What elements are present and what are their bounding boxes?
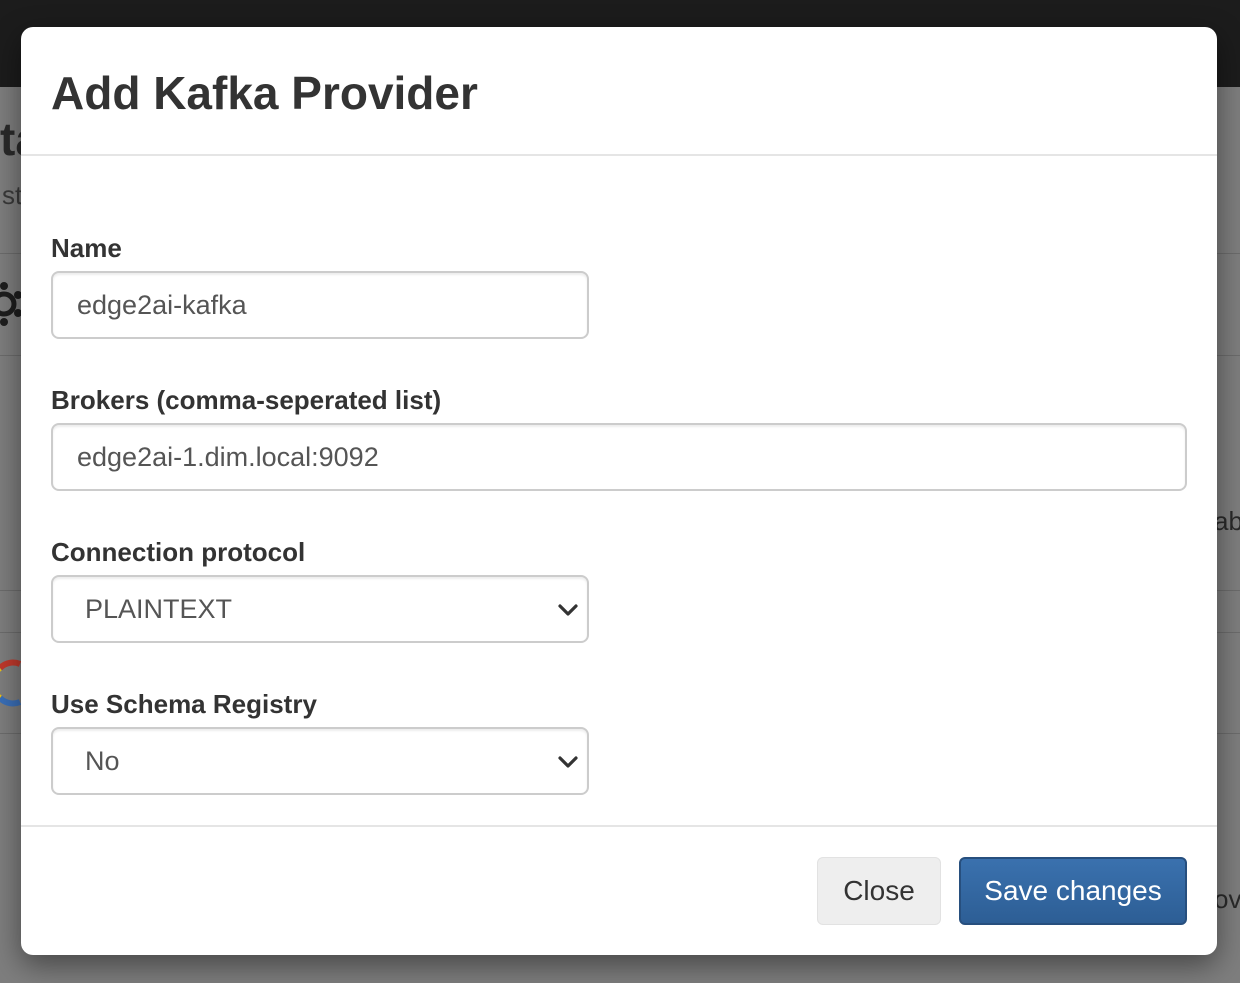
name-label: Name bbox=[51, 233, 122, 263]
chevron-down-icon bbox=[558, 756, 578, 768]
connection-protocol-form-group: Connection protocol PLAINTEXT bbox=[51, 537, 589, 643]
connection-protocol-selected-value: PLAINTEXT bbox=[85, 593, 233, 624]
schema-registry-label: Use Schema Registry bbox=[51, 689, 317, 719]
name-input[interactable]: edge2ai-kafka bbox=[51, 271, 589, 339]
background-gear-icon bbox=[0, 282, 22, 326]
name-form-group: Name edge2ai-kafka bbox=[51, 233, 589, 339]
schema-registry-form-group: Use Schema Registry No bbox=[51, 689, 589, 795]
close-button[interactable]: Close bbox=[817, 857, 941, 925]
brokers-label: Brokers (comma-seperated list) bbox=[51, 385, 442, 415]
modal-title: Add Kafka Provider bbox=[51, 67, 478, 119]
background-text-fragment: ab bbox=[1214, 506, 1240, 536]
brokers-input-value: edge2ai-1.dim.local:9092 bbox=[77, 441, 379, 472]
background-text-fragment: ov bbox=[1214, 884, 1240, 914]
modal-body: Name edge2ai-kafka Brokers (comma-sepera… bbox=[51, 156, 1187, 826]
schema-registry-selected-value: No bbox=[85, 745, 120, 776]
save-changes-button[interactable]: Save changes bbox=[959, 857, 1187, 925]
add-kafka-provider-modal: Add Kafka Provider Name edge2ai-kafka Br… bbox=[21, 27, 1217, 955]
brokers-input[interactable]: edge2ai-1.dim.local:9092 bbox=[51, 423, 1187, 491]
modal-footer: Close Save changes bbox=[21, 825, 1217, 955]
connection-protocol-select[interactable]: PLAINTEXT bbox=[51, 575, 589, 643]
chevron-down-icon bbox=[558, 604, 578, 616]
modal-header: Add Kafka Provider bbox=[21, 27, 1217, 156]
schema-registry-select[interactable]: No bbox=[51, 727, 589, 795]
connection-protocol-label: Connection protocol bbox=[51, 537, 306, 567]
brokers-form-group: Brokers (comma-seperated list) edge2ai-1… bbox=[51, 385, 1187, 491]
name-input-value: edge2ai-kafka bbox=[77, 289, 247, 320]
background-subtitle-fragment: st bbox=[2, 180, 23, 210]
